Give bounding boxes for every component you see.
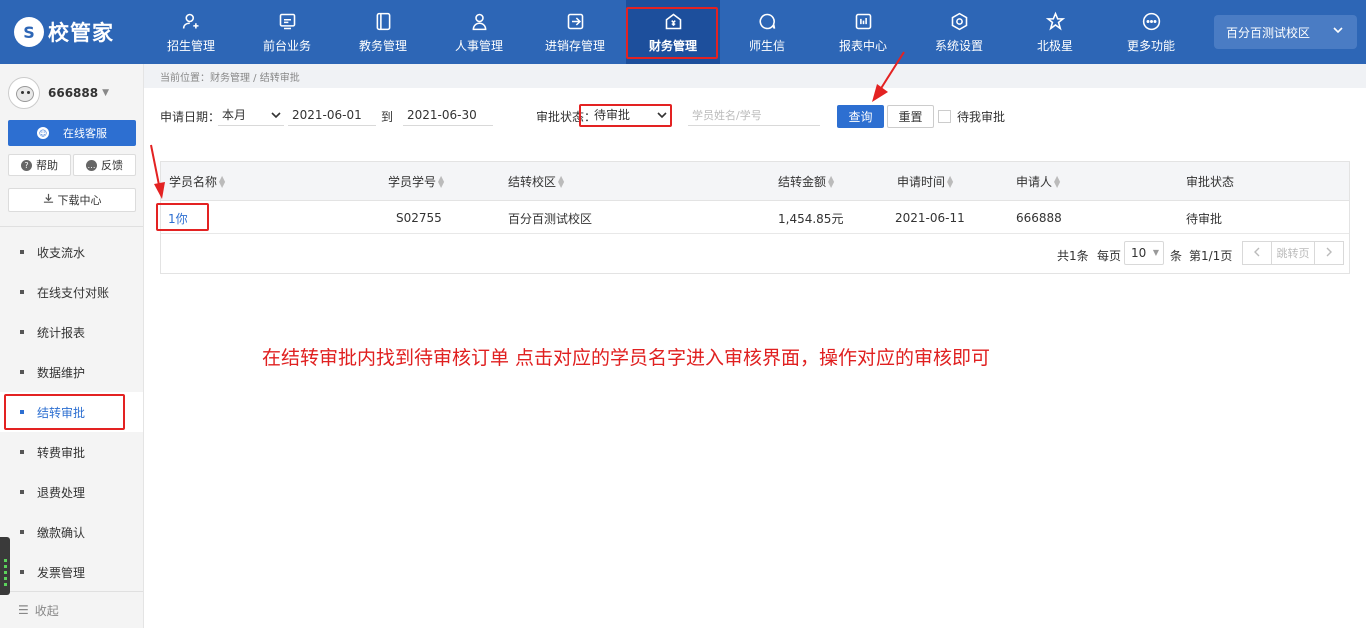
annotation-arrows [150, 51, 905, 199]
